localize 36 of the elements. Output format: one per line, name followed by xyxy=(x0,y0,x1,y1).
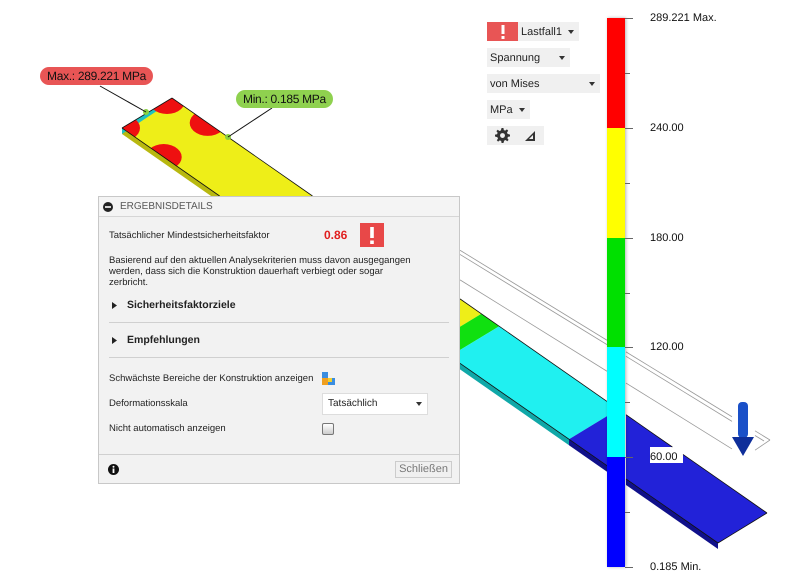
scale-label: 60.00 xyxy=(650,450,679,464)
scale-label: 240.00 xyxy=(650,120,685,135)
deformation-scale-dropdown[interactable]: Tatsächlich xyxy=(322,392,428,414)
panel-title: ERGEBNISDETAILS xyxy=(120,201,213,212)
collapse-icon[interactable] xyxy=(103,202,113,212)
warning-icon xyxy=(360,223,384,247)
weak-areas-icon[interactable] xyxy=(322,372,335,385)
result-type-dropdown[interactable]: Spannung xyxy=(487,48,570,67)
undeformed-outline xyxy=(626,351,650,398)
option-label: Schwächste Bereiche der Konstruktion anzeigen xyxy=(109,373,314,384)
triangle-icon[interactable] xyxy=(524,130,536,142)
safety-factor-label: Tatsächlicher Mindestsicherheitsfaktor xyxy=(109,230,271,240)
option-label: Nicht automatisch anzeigen xyxy=(109,423,227,434)
option-label: Deformationsskala xyxy=(109,398,189,409)
scale-label: 0.185 Min. xyxy=(650,560,702,574)
scale-label: 120.00 xyxy=(650,340,685,354)
warning-icon xyxy=(487,22,518,41)
checkbox[interactable] xyxy=(322,422,334,434)
section-header[interactable]: Empfehlungen xyxy=(109,323,449,358)
section-header[interactable]: Sicherheitsfaktorziele xyxy=(109,288,449,323)
undeformed-outline xyxy=(754,430,770,451)
settings-icon[interactable] xyxy=(495,128,510,143)
leader-line xyxy=(100,86,146,112)
value-callout: Max.: 289.221 MPa xyxy=(40,67,153,85)
warning-message: Basierend auf den aktuellen Analysekriterien muss davon ausgegangen werden, dass sich die Konstruktion dauerhaft verbiegt oder sogar zerbricht. xyxy=(109,255,411,288)
scale-label: 180.00 xyxy=(650,230,685,245)
info-icon[interactable] xyxy=(108,464,119,474)
component-dropdown[interactable]: von Mises xyxy=(487,74,600,93)
leader-line xyxy=(228,108,272,138)
scale-label: 289.221 Max. xyxy=(650,11,717,25)
safety-factor-value: 0.86 xyxy=(324,228,348,242)
close-button[interactable]: Schließen xyxy=(395,460,452,478)
value-callout: Min.: 0.185 MPa xyxy=(236,90,333,108)
load-arrow xyxy=(732,402,754,456)
load-case-dropdown[interactable]: Lastfall1 xyxy=(518,22,579,41)
unit-dropdown[interactable]: MPa xyxy=(487,100,530,119)
